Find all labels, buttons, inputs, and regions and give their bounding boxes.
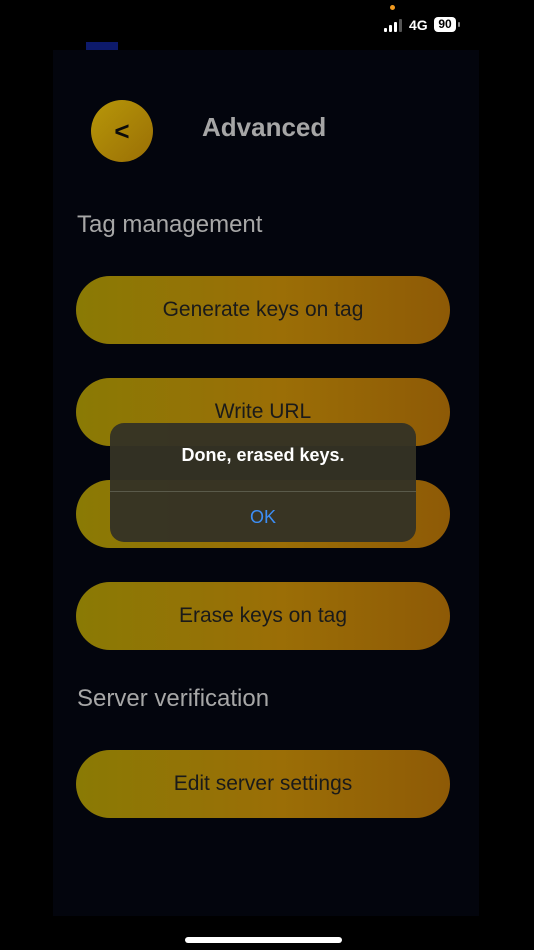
section-title-server-verification: Server verification — [77, 685, 270, 712]
cellular-signal-icon — [384, 19, 402, 32]
page-title: Advanced — [202, 112, 327, 142]
generate-keys-button[interactable]: Generate keys on tag — [76, 276, 450, 344]
status-bar: 4G 90 — [0, 0, 534, 48]
alert-ok-button[interactable]: OK — [110, 492, 416, 542]
privacy-indicator-dot — [390, 5, 395, 10]
alert-message: Done, erased keys. — [181, 445, 345, 465]
battery-nub — [458, 22, 460, 27]
alert-dialog: Done, erased keys. OK — [110, 423, 416, 542]
network-type: 4G — [409, 17, 428, 33]
edit-server-settings-button[interactable]: Edit server settings — [76, 750, 450, 818]
section-title-tag-management: Tag management — [77, 211, 263, 238]
home-indicator[interactable] — [185, 937, 342, 943]
back-button[interactable]: < — [91, 100, 153, 162]
battery-icon: 90 — [434, 17, 456, 32]
erase-keys-button[interactable]: Erase keys on tag — [76, 582, 450, 650]
